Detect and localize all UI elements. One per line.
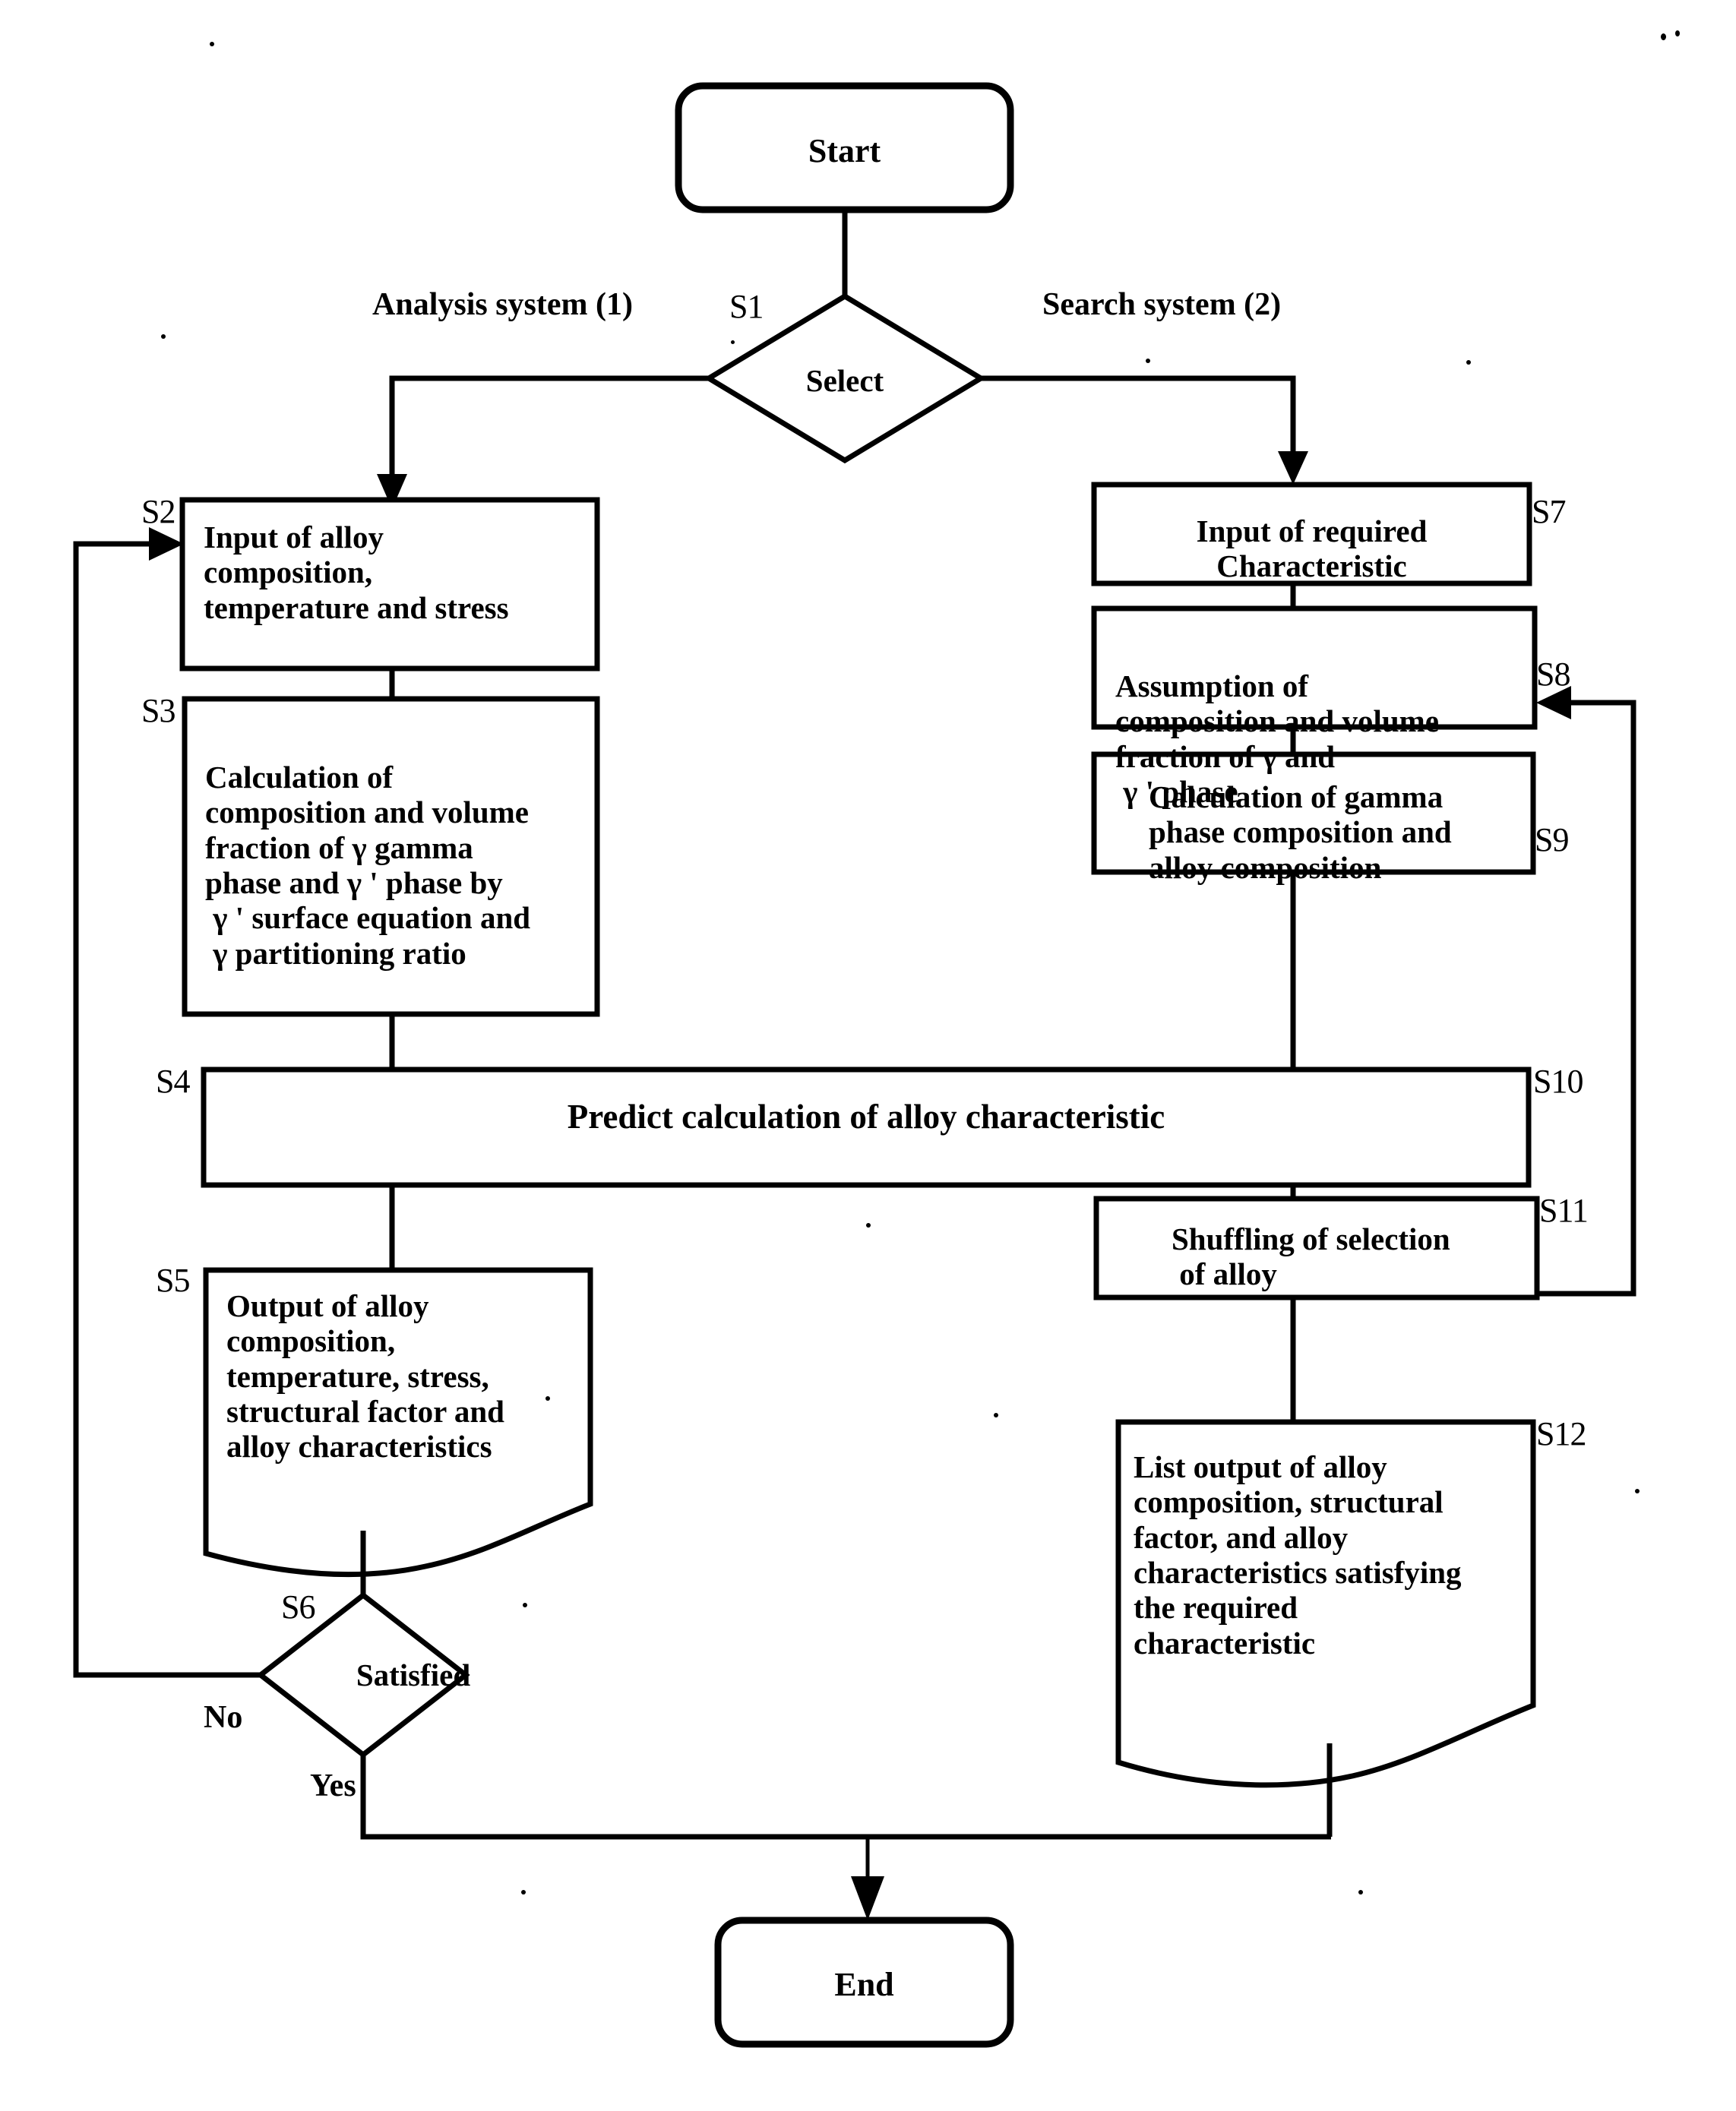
step-tag-s3: S3 [141, 692, 175, 729]
scan-speck [545, 1396, 550, 1401]
s7-process-label: Input of required Characteristic [1196, 514, 1428, 584]
s11-process-label: Shuffling of selection of alloy [1172, 1221, 1450, 1292]
scan-speck [1146, 359, 1150, 363]
flowchart-canvas [73, 82, 1636, 2048]
step-tag-s11: S11 [1539, 1192, 1589, 1229]
scan-speck [1358, 1890, 1363, 1895]
flowchart-page: Start Analysis system (1) Search system … [0, 0, 1736, 2111]
scan-speck [523, 1603, 527, 1607]
branch-label-search-system: Search system (2) [1042, 287, 1282, 322]
s6-decision-label: Satisfied [356, 1658, 471, 1692]
scan-speck [866, 1223, 871, 1228]
scan-speck [731, 340, 735, 344]
scan-speck [1661, 33, 1666, 40]
s4-s10-process-label: Predict calculation of alloy characteris… [567, 1098, 1165, 1136]
arrowhead-no-loop-to-s2 [149, 527, 184, 561]
step-tag-s5: S5 [156, 1262, 190, 1299]
s9-process-label: Calculation of gamma phase composition a… [1149, 779, 1452, 885]
step-tag-s12: S12 [1536, 1415, 1586, 1452]
s12-document-label: List output of alloy composition, struct… [1134, 1449, 1462, 1661]
edge-s1-right-branch [981, 375, 1296, 456]
arrowhead-to-end [851, 1876, 884, 1920]
scan-speck [521, 1890, 526, 1895]
step-tag-s7: S7 [1532, 493, 1566, 530]
scan-speck [1635, 1489, 1640, 1493]
step-tag-s8: S8 [1536, 656, 1570, 693]
scan-speck [994, 1413, 998, 1417]
step-tag-s9: S9 [1535, 821, 1569, 858]
scan-speck [161, 334, 166, 339]
scan-speck [210, 42, 214, 46]
step-tag-s4: S4 [156, 1063, 190, 1100]
arrowhead-to-s7 [1278, 451, 1308, 485]
scan-speck [1466, 360, 1471, 365]
edge-s6-yes-to-end [360, 1755, 845, 1840]
branch-label-analysis-system: Analysis system (1) [372, 287, 633, 322]
end-label: End [834, 1966, 894, 2003]
step-tag-s2: S2 [141, 493, 175, 530]
start-label: Start [808, 132, 881, 169]
step-tag-s10: S10 [1533, 1063, 1583, 1100]
s2-process-label: Input of alloy composition, temperature … [204, 520, 509, 625]
edge-s1-left-branch [389, 375, 709, 479]
s5-document-label: Output of alloy composition, temperature… [226, 1288, 504, 1465]
decision-label-no: No [204, 1700, 243, 1735]
step-tag-s6: S6 [281, 1588, 315, 1626]
s1-decision-label: Select [805, 363, 884, 398]
scan-speck [1675, 30, 1680, 36]
decision-label-yes: Yes [310, 1768, 356, 1803]
step-tag-s1: S1 [729, 288, 764, 325]
s3-process-label: Calculation of composition and volume fr… [205, 760, 531, 971]
